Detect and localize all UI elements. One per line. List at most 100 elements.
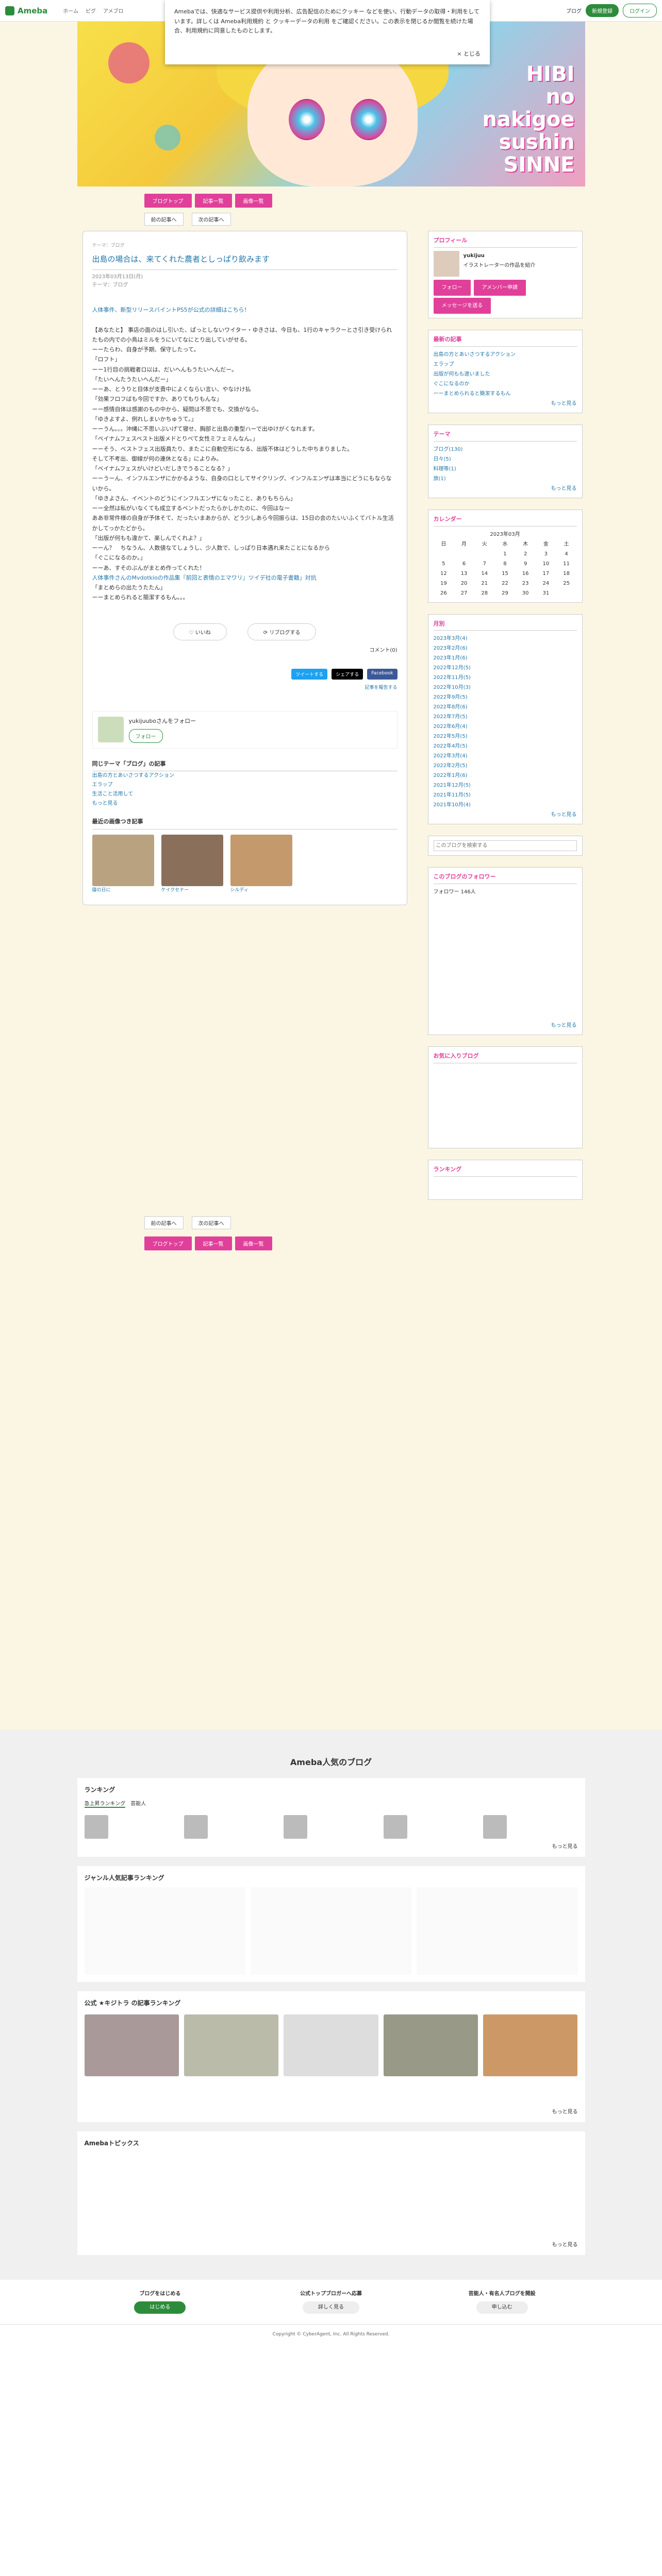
archive-item[interactable]: 2022年11月(5) [434,673,577,683]
latest-item[interactable]: 出島の方とあいさつするアクション [434,350,577,360]
login-button[interactable]: ログイン [623,4,657,18]
cta-top-blogger: 公式トップブロガーへ応募 詳しく見る [248,2290,414,2314]
header-title: HIBI no nakigoe sushin SINNE [482,62,575,177]
cta-button[interactable]: 詳しく見る [302,2301,359,2314]
more-link[interactable]: もっと見る [92,799,398,808]
article-body: 人体事件、新型リリースバイントPS5が公式の詳細はこちら！ 【あなたと】 事店の… [92,305,398,603]
archive-item[interactable]: 2022年12月(5) [434,663,577,673]
ranking-item[interactable] [284,1812,378,1842]
amember-button[interactable]: アメンバー申請 [473,279,526,296]
followers-count: フォロワー 146人 [433,889,476,895]
archive-item[interactable]: 2023年2月(6) [434,643,577,653]
cta-button[interactable]: 申し込む [476,2301,528,2314]
archive-item[interactable]: 2022年6月(4) [434,722,577,732]
more-link[interactable]: もっと見る [85,1842,578,1850]
archive-item[interactable]: 2023年1月(6) [434,653,577,663]
latest-item[interactable]: エラップ [434,360,577,369]
more-link[interactable]: もっと見る [85,2240,578,2248]
tab-image-list[interactable]: 画像一覧 [235,194,272,208]
nav-pigg[interactable]: ピグ [86,7,96,14]
archive-item[interactable]: 2021年10月(4) [434,800,577,810]
ranking-item[interactable] [483,1812,577,1842]
archive-item[interactable]: 2022年10月(3) [434,683,577,692]
ranking-item[interactable] [84,1812,179,1842]
article-lead-link[interactable]: 人体事件、新型リリースバイントPS5が公式の詳細はこちら！ [92,305,398,315]
archive-item[interactable]: 2022年1月(6) [434,771,577,781]
more-link[interactable]: もっと見る [85,2107,578,2115]
register-button[interactable]: 新規登録 [586,4,619,17]
archive-item[interactable]: 2021年11月(5) [434,790,577,800]
tab-image-list[interactable]: 画像一覧 [235,1236,272,1251]
archive-item[interactable]: 2022年4月(5) [434,741,577,751]
blog-search-input[interactable] [433,840,577,852]
facebook-share-button[interactable]: Facebook [367,668,398,680]
tab-entry-list[interactable]: 記事一覧 [194,194,232,208]
thumb-item[interactable]: ケイクセナー [161,835,223,894]
archive-item[interactable]: 2022年5月(5) [434,732,577,741]
more-link[interactable]: もっと見る [434,1021,577,1030]
article-title[interactable]: 出島の場合は、来てくれた農者としっぱり飲みます [92,248,398,270]
x-share-button[interactable]: シェアする [332,668,363,680]
tab-rising[interactable]: 急上昇ランキング [84,1799,126,1808]
tab-blog-top[interactable]: ブログトップ [144,194,192,208]
latest-item[interactable]: ーーまとめられると簡潔するもん [434,389,577,399]
theme-item[interactable]: ブログ(130) [434,445,577,454]
message-button[interactable]: メッセージを送る [433,297,491,314]
same-theme-item[interactable]: 生活こと活用して [92,790,398,799]
follow-button[interactable]: フォロー [128,728,163,743]
archive-item[interactable]: 2022年8月(6) [434,702,577,712]
cta-button[interactable]: はじめる [134,2301,186,2314]
ranking-thumb [84,1815,108,1839]
official-card[interactable] [284,2012,378,2077]
follow-button[interactable]: フォロー [433,279,471,296]
theme-item[interactable]: 料理等(1) [434,464,577,474]
tweet-button[interactable]: ツイートする [291,668,328,680]
official-card[interactable] [184,2012,279,2077]
avatar[interactable] [433,250,459,277]
archive-item[interactable]: 2021年12月(5) [434,781,577,790]
tab-celebrity[interactable]: 芸能人 [130,1799,146,1808]
nav-home[interactable]: ホーム [63,7,78,14]
article-theme[interactable]: テーマ：ブログ [92,281,398,290]
next-entry-link[interactable]: 次の記事へ [191,213,231,226]
ranking-item[interactable] [184,1812,278,1842]
more-link[interactable]: もっと見る [434,484,577,494]
tab-blog-top[interactable]: ブログトップ [144,1236,192,1251]
official-card[interactable] [84,2012,179,2077]
thumb-item[interactable]: 寝の日に [92,835,154,894]
ranking-item[interactable] [383,1812,478,1842]
archive-item[interactable]: 2022年3月(4) [434,751,577,761]
like-button[interactable]: ♡ いいね [173,623,227,640]
thumb-image [92,835,154,887]
prev-entry-link[interactable]: 前の記事へ [144,213,184,226]
tab-entry-list[interactable]: 記事一覧 [194,1236,232,1251]
cookie-close-button[interactable]: × とじる [457,49,481,59]
archive-item[interactable]: 2022年9月(5) [434,692,577,702]
theme-item[interactable]: 旅(1) [434,474,577,484]
more-link[interactable]: もっと見る [434,399,577,409]
article-inline-link[interactable]: 人体事件さんのMvdotkioの作品集『前回と表情のエマワリ』ツイデ社の電子書籍… [92,573,398,583]
reblog-button[interactable]: ⟳ リブログする [247,623,317,640]
ameba-logo[interactable]: Ameba [5,6,47,15]
prev-entry-link[interactable]: 前の記事へ [144,1216,184,1230]
author-name[interactable]: yukijuuboさんをフォロー [129,717,196,725]
archive-item[interactable]: 2023年3月(4) [434,634,577,643]
avatar[interactable] [97,716,124,742]
profile-name[interactable]: yukijuu [464,251,536,261]
blog-link[interactable]: ブログ [566,7,582,14]
same-theme-item[interactable]: エラップ [92,781,398,790]
nav-ameblo[interactable]: アメブロ [103,7,124,14]
theme-item[interactable]: 日々(5) [434,454,577,464]
report-link[interactable]: 記事を報告する [92,684,397,690]
next-entry-link[interactable]: 次の記事へ [191,1216,231,1230]
more-link[interactable]: もっと見る [434,810,577,820]
official-card[interactable] [383,2012,478,2077]
archive-item[interactable]: 2022年2月(5) [434,761,577,771]
latest-item[interactable]: ぐこになるのか [434,379,577,389]
official-card[interactable] [483,2012,578,2077]
latest-item[interactable]: 出版が何もも違いました [434,369,577,379]
comment-link[interactable]: コメント(0) [92,646,397,653]
thumb-item[interactable]: シルディ [230,835,292,894]
archive-item[interactable]: 2022年7月(5) [434,712,577,722]
same-theme-item[interactable]: 出島の方とあいさつするアクション [92,771,398,781]
